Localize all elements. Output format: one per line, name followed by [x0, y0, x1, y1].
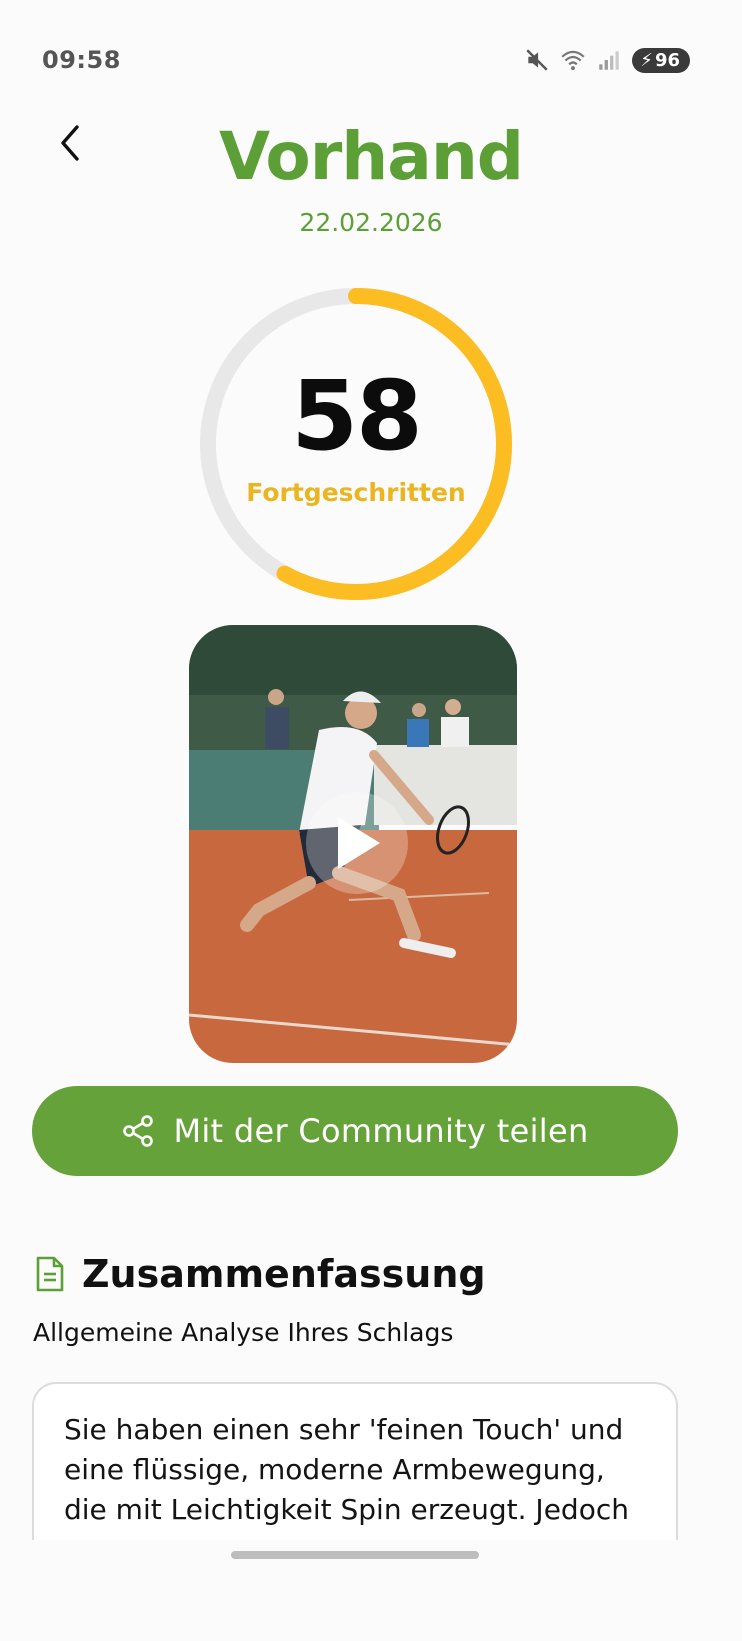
signal-icon	[599, 51, 620, 70]
summary-text: Sie haben einen sehr 'feinen Touch' und …	[64, 1413, 629, 1526]
battery-level: 96	[654, 49, 680, 71]
summary-header: Zusammenfassung	[34, 1252, 486, 1296]
document-icon	[36, 1256, 64, 1292]
play-icon	[338, 817, 380, 869]
home-indicator[interactable]	[231, 1551, 479, 1559]
video-thumbnail[interactable]	[189, 625, 517, 1063]
score-level: Fortgeschritten	[246, 478, 466, 507]
wifi-icon	[561, 50, 585, 71]
page-title: Vorhand	[218, 118, 524, 195]
share-icon	[123, 1115, 154, 1147]
status-time: 09:58	[42, 46, 121, 74]
analysis-date: 22.02.2026	[299, 208, 443, 237]
score-value: 58	[291, 360, 423, 472]
mute-icon	[526, 49, 548, 71]
status-bar: 09:58 ⚡ 96	[42, 40, 690, 80]
summary-subtitle: Allgemeine Analyse Ihres Schlags	[33, 1318, 454, 1347]
battery-indicator: ⚡ 96	[632, 47, 690, 73]
share-community-button[interactable]: Mit der Community teilen	[32, 1086, 678, 1176]
charging-icon: ⚡	[640, 49, 653, 71]
summary-title: Zusammenfassung	[82, 1252, 486, 1296]
status-icons: ⚡ 96	[524, 47, 690, 73]
play-button[interactable]	[306, 792, 408, 894]
share-button-label: Mit der Community teilen	[173, 1112, 589, 1150]
